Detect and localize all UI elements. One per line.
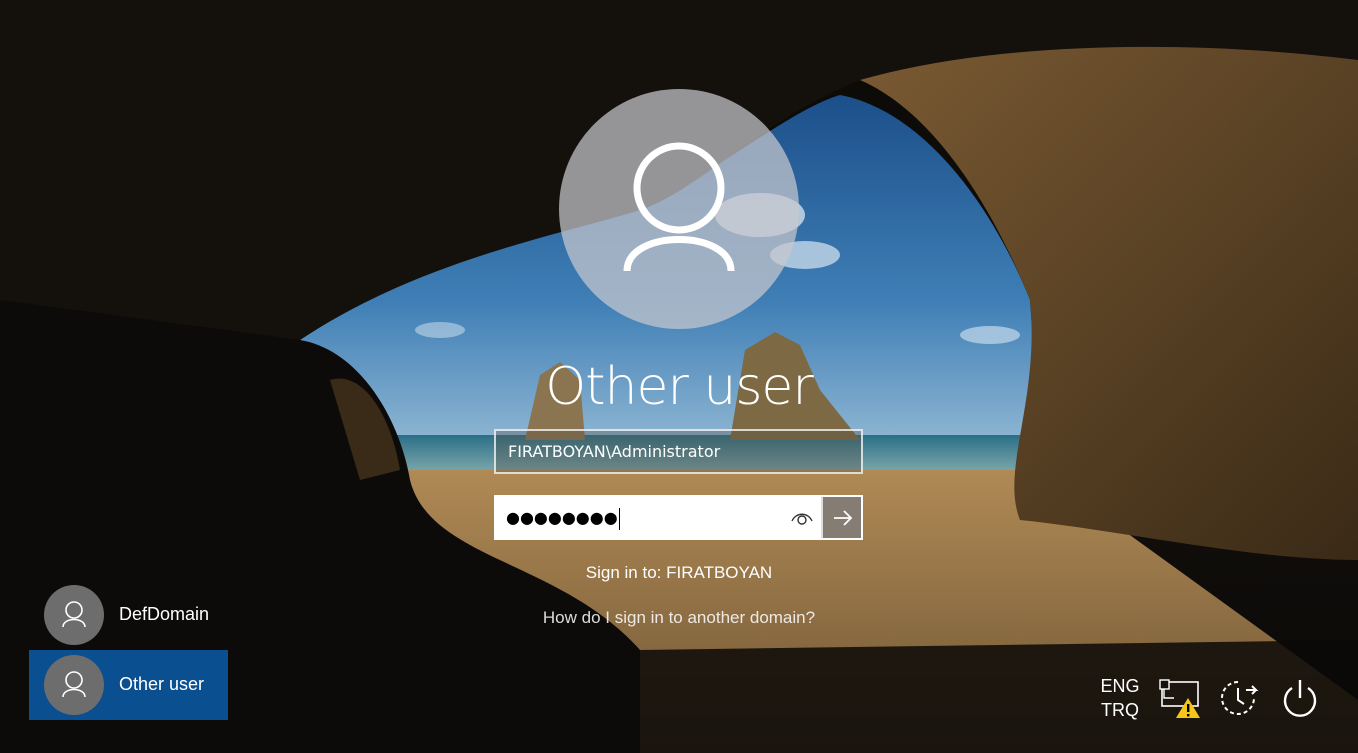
user-tile-other-user[interactable]: Other user [29,650,228,720]
user-icon [62,601,86,628]
submit-button[interactable] [821,497,861,538]
username-input[interactable]: FIRATBOYAN\Administrator [494,429,863,474]
network-warning-icon [1159,679,1200,718]
input-language-button[interactable]: ENG TRQ [1096,674,1144,722]
network-button[interactable] [1158,676,1202,720]
avatar [44,585,104,645]
password-value: ●●●●●●●● [506,508,618,527]
other-domain-link[interactable]: How do I sign in to another domain? [479,608,879,628]
language-code: ENG [1100,676,1140,696]
arrow-right-icon [834,510,853,526]
ease-of-access-button[interactable] [1216,676,1260,720]
account-name-title: Other user [545,357,814,417]
keyboard-layout-code: TRQ [1101,700,1139,720]
reveal-password-button[interactable] [787,505,817,531]
sign-in-domain-text: Sign in to: FIRATBOYAN [585,563,773,582]
power-button[interactable] [1278,676,1322,720]
text-caret [618,507,620,530]
user-tile-label: Other user [119,674,205,694]
user-icon [62,671,86,698]
ease-of-access-icon [1221,681,1259,715]
lock-screen: Other user FIRATBOYAN\Administrator ●●●●… [0,0,1358,753]
user-tile-label: DefDomain [119,604,210,624]
password-input[interactable]: ●●●●●●●● [496,497,784,538]
user-avatar-large [559,89,799,329]
power-icon [1283,680,1317,717]
user-tile-defdomain[interactable]: DefDomain [29,580,228,650]
user-icon [623,142,735,272]
avatar [44,655,104,715]
password-box: ●●●●●●●● [494,495,863,540]
eye-icon [791,513,813,525]
